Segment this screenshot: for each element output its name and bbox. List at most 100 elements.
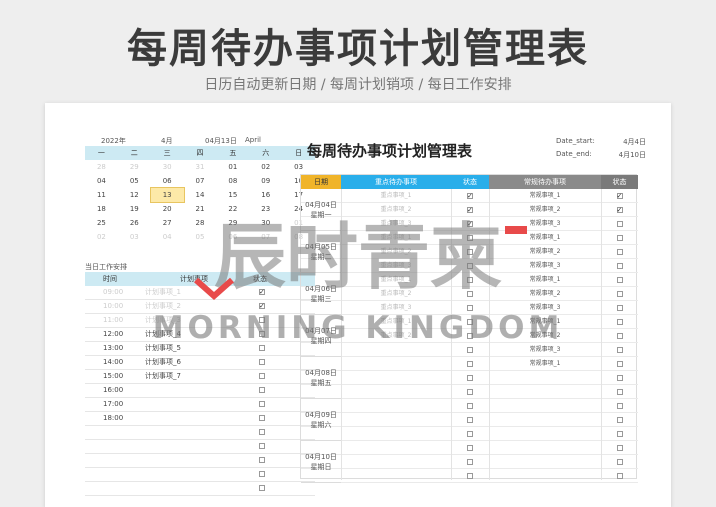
calendar-day[interactable]: 27 bbox=[151, 216, 184, 230]
regular-status-checkbox[interactable] bbox=[616, 204, 623, 217]
agenda-status-checkbox[interactable] bbox=[259, 286, 265, 299]
calendar-day[interactable]: 18 bbox=[85, 202, 118, 216]
regular-status-checkbox[interactable] bbox=[616, 430, 623, 437]
calendar-day[interactable]: 15 bbox=[216, 188, 249, 202]
regular-status-checkbox[interactable] bbox=[616, 262, 623, 269]
calendar-day[interactable]: 30 bbox=[249, 216, 282, 230]
calendar-day[interactable]: 14 bbox=[184, 188, 217, 202]
calendar-day[interactable]: 25 bbox=[85, 216, 118, 230]
calendar-day[interactable]: 16 bbox=[249, 188, 282, 202]
agenda-status-checkbox[interactable] bbox=[259, 387, 265, 393]
regular-status-checkbox[interactable] bbox=[616, 416, 623, 423]
important-status-checkbox[interactable] bbox=[467, 218, 473, 231]
weekly-row: 重点事项_1 常规事项_1 bbox=[301, 273, 638, 287]
agenda-status-checkbox[interactable] bbox=[259, 471, 265, 477]
agenda-status-checkbox[interactable] bbox=[259, 359, 265, 365]
important-status-checkbox[interactable] bbox=[467, 332, 473, 339]
calendar-day[interactable]: 09 bbox=[249, 174, 282, 188]
regular-status-checkbox[interactable] bbox=[616, 346, 623, 353]
important-status-checkbox[interactable] bbox=[467, 318, 473, 325]
important-status-checkbox[interactable] bbox=[467, 248, 473, 255]
important-status-checkbox[interactable] bbox=[467, 262, 473, 269]
calendar-day[interactable]: 01 bbox=[216, 160, 249, 174]
regular-status-checkbox[interactable] bbox=[616, 318, 623, 325]
calendar-day[interactable]: 05 bbox=[184, 230, 217, 244]
calendar-day[interactable]: 28 bbox=[85, 160, 118, 174]
important-status-checkbox[interactable] bbox=[467, 204, 473, 217]
regular-status-checkbox[interactable] bbox=[616, 374, 623, 381]
important-status-checkbox[interactable] bbox=[467, 360, 473, 367]
agenda-status-checkbox[interactable] bbox=[259, 345, 265, 351]
calendar-day[interactable]: 03 bbox=[282, 160, 315, 174]
agenda-status-checkbox[interactable] bbox=[259, 429, 265, 435]
regular-status-checkbox[interactable] bbox=[616, 458, 623, 465]
agenda-status-checkbox[interactable] bbox=[259, 317, 265, 323]
calendar-day[interactable]: 02 bbox=[249, 160, 282, 174]
calendar-day[interactable]: 29 bbox=[118, 160, 151, 174]
important-status-checkbox[interactable] bbox=[467, 374, 473, 381]
agenda-status-checkbox[interactable] bbox=[259, 331, 265, 337]
calendar-day[interactable]: 04 bbox=[85, 174, 118, 188]
calendar-day[interactable]: 11 bbox=[85, 188, 118, 202]
important-status-checkbox[interactable] bbox=[467, 190, 473, 203]
calendar-day[interactable]: 22 bbox=[216, 202, 249, 216]
calendar-day[interactable]: 08 bbox=[216, 174, 249, 188]
important-status-checkbox[interactable] bbox=[467, 276, 473, 283]
important-status-checkbox[interactable] bbox=[467, 402, 473, 409]
calendar-day[interactable]: 21 bbox=[184, 202, 217, 216]
header-regular-status: 状态 bbox=[601, 175, 638, 189]
important-status-checkbox[interactable] bbox=[467, 304, 473, 311]
regular-status-checkbox[interactable] bbox=[616, 234, 623, 241]
calendar-day[interactable]: 02 bbox=[85, 230, 118, 244]
agenda-status-checkbox[interactable] bbox=[259, 415, 265, 421]
calendar-day[interactable]: 30 bbox=[151, 160, 184, 174]
important-status-checkbox[interactable] bbox=[467, 416, 473, 423]
regular-status-checkbox[interactable] bbox=[616, 276, 623, 283]
calendar-day[interactable]: 31 bbox=[184, 160, 217, 174]
agenda-item: 计划事项_7 bbox=[145, 372, 181, 380]
calendar-day[interactable]: 07 bbox=[249, 230, 282, 244]
important-status-checkbox[interactable] bbox=[467, 346, 473, 353]
regular-status-checkbox[interactable] bbox=[616, 190, 623, 203]
calendar-day[interactable]: 26 bbox=[118, 216, 151, 230]
regular-status-checkbox[interactable] bbox=[616, 220, 623, 227]
calendar-day[interactable]: 20 bbox=[151, 202, 184, 216]
regular-status-checkbox[interactable] bbox=[616, 304, 623, 311]
calendar-day[interactable]: 04 bbox=[151, 230, 184, 244]
agenda-status-checkbox[interactable] bbox=[259, 485, 265, 491]
important-status-checkbox[interactable] bbox=[467, 388, 473, 395]
calendar-day[interactable]: 06 bbox=[151, 174, 184, 188]
agenda-row: 16:00 bbox=[85, 384, 315, 398]
important-status-checkbox[interactable] bbox=[467, 458, 473, 465]
calendar-day[interactable]: 28 bbox=[184, 216, 217, 230]
regular-status-checkbox[interactable] bbox=[616, 248, 623, 255]
regular-status-checkbox[interactable] bbox=[616, 290, 623, 297]
calendar-day[interactable]: 05 bbox=[118, 174, 151, 188]
calendar-day[interactable]: 13 bbox=[149, 187, 185, 203]
agenda-status-checkbox[interactable] bbox=[259, 457, 265, 463]
important-status-cell bbox=[451, 203, 489, 217]
regular-status-checkbox[interactable] bbox=[616, 332, 623, 339]
regular-status-checkbox[interactable] bbox=[616, 360, 623, 367]
important-status-checkbox[interactable] bbox=[467, 290, 473, 297]
calendar-day[interactable]: 12 bbox=[118, 188, 151, 202]
important-status-checkbox[interactable] bbox=[467, 472, 473, 479]
agenda-status-checkbox[interactable] bbox=[259, 373, 265, 379]
regular-status-checkbox[interactable] bbox=[616, 444, 623, 451]
agenda-status-checkbox[interactable] bbox=[259, 443, 265, 449]
calendar-month-en: April bbox=[245, 136, 261, 144]
calendar-day[interactable]: 07 bbox=[184, 174, 217, 188]
calendar-day[interactable]: 19 bbox=[118, 202, 151, 216]
calendar-day[interactable]: 23 bbox=[249, 202, 282, 216]
agenda-status-checkbox[interactable] bbox=[259, 300, 265, 313]
important-status-checkbox[interactable] bbox=[467, 430, 473, 437]
regular-status-checkbox[interactable] bbox=[616, 402, 623, 409]
important-status-checkbox[interactable] bbox=[467, 234, 473, 241]
calendar-day[interactable]: 06 bbox=[216, 230, 249, 244]
regular-status-checkbox[interactable] bbox=[616, 472, 623, 479]
agenda-status-checkbox[interactable] bbox=[259, 401, 265, 407]
calendar-day[interactable]: 03 bbox=[118, 230, 151, 244]
regular-status-checkbox[interactable] bbox=[616, 388, 623, 395]
important-status-checkbox[interactable] bbox=[467, 444, 473, 451]
calendar-day[interactable]: 29 bbox=[216, 216, 249, 230]
